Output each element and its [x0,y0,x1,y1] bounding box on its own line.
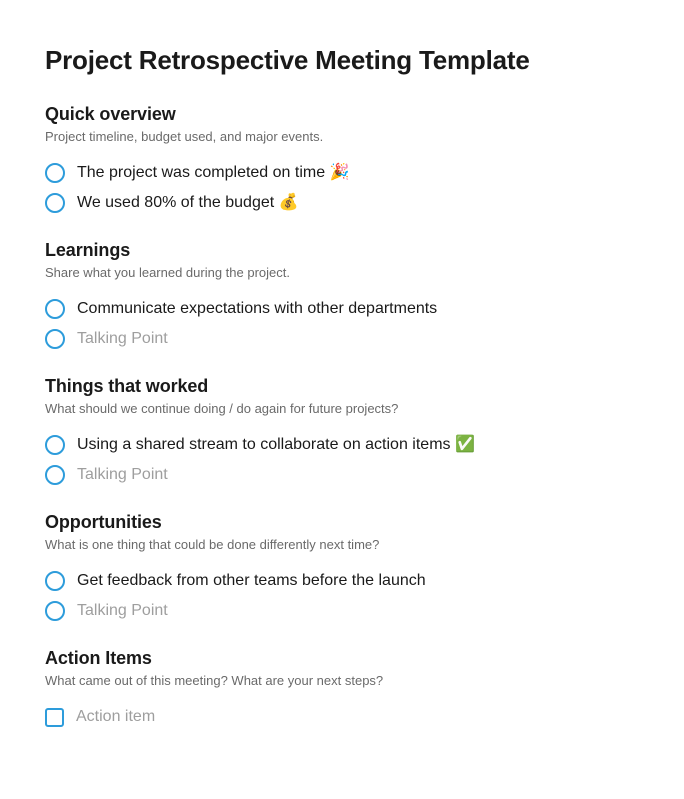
circle-icon[interactable] [45,465,65,485]
section: Action Items What came out of this meetin… [45,648,639,732]
section-description: What came out of this meeting? What are … [45,673,639,688]
section-title: Learnings [45,240,639,261]
item-text[interactable]: Talking Point [77,327,168,351]
section-description: What should we continue doing / do again… [45,401,639,416]
checkbox-icon[interactable] [45,708,64,727]
circle-icon[interactable] [45,571,65,591]
circle-icon[interactable] [45,163,65,183]
page-title: Project Retrospective Meeting Template [45,45,639,76]
section-description: Project timeline, budget used, and major… [45,129,639,144]
circle-icon[interactable] [45,329,65,349]
item-text[interactable]: Using a shared stream to collaborate on … [77,433,475,457]
circle-icon[interactable] [45,299,65,319]
list-item[interactable]: Using a shared stream to collaborate on … [45,430,639,460]
section: Opportunities What is one thing that coul… [45,512,639,626]
list-item[interactable]: Get feedback from other teams before the… [45,566,639,596]
section-description: Share what you learned during the projec… [45,265,639,280]
item-text[interactable]: Talking Point [77,599,168,623]
list-item[interactable]: Talking Point [45,324,639,354]
circle-icon[interactable] [45,435,65,455]
section-title: Things that worked [45,376,639,397]
item-text[interactable]: Talking Point [77,463,168,487]
list-item[interactable]: Talking Point [45,596,639,626]
item-text[interactable]: Action item [76,705,155,729]
section-description: What is one thing that could be done dif… [45,537,639,552]
section: Learnings Share what you learned during t… [45,240,639,354]
section: Things that worked What should we continu… [45,376,639,490]
circle-icon[interactable] [45,601,65,621]
list-item[interactable]: We used 80% of the budget 💰 [45,188,639,218]
item-text[interactable]: The project was completed on time 🎉 [77,161,349,185]
list-item[interactable]: Communicate expectations with other depa… [45,294,639,324]
list-item[interactable]: Action item [45,702,639,732]
section-title: Quick overview [45,104,639,125]
section-title: Opportunities [45,512,639,533]
item-text[interactable]: Get feedback from other teams before the… [77,569,426,593]
section: Quick overview Project timeline, budget u… [45,104,639,218]
item-text[interactable]: Communicate expectations with other depa… [77,297,437,321]
item-text[interactable]: We used 80% of the budget 💰 [77,191,299,215]
section-title: Action Items [45,648,639,669]
list-item[interactable]: The project was completed on time 🎉 [45,158,639,188]
list-item[interactable]: Talking Point [45,460,639,490]
circle-icon[interactable] [45,193,65,213]
